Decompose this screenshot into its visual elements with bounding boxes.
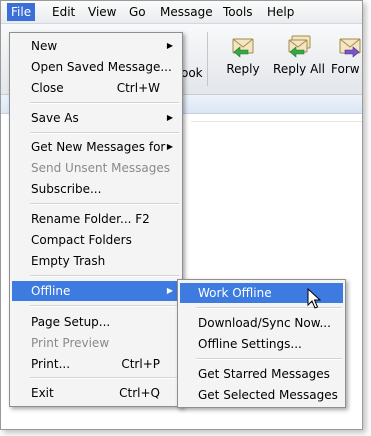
menu-item-label: Get New Messages for — [31, 140, 166, 154]
menu-item-empty-trash[interactable]: Empty Trash — [12, 251, 180, 271]
menu-item-label: Download/Sync Now... — [198, 316, 331, 330]
menu-edit[interactable]: Edit — [48, 3, 79, 21]
menu-item-label: Print Preview — [31, 336, 110, 350]
menu-item-label: Subscribe... — [31, 182, 102, 196]
menu-item-exit[interactable]: Exit Ctrl+Q — [12, 383, 180, 403]
menu-item-label: Compact Folders — [31, 233, 132, 247]
menu-item-open-saved-message[interactable]: Open Saved Message... — [12, 57, 180, 77]
menu-item-page-setup[interactable]: Page Setup... — [12, 312, 180, 332]
menu-item-label: Get Starred Messages — [198, 367, 330, 381]
menu-go[interactable]: Go — [125, 3, 150, 21]
menu-item-label: Work Offline — [198, 286, 272, 300]
file-menu: New ▶ Open Saved Message... Close Ctrl+W… — [9, 32, 183, 407]
menu-item-label: Open Saved Message... — [31, 60, 172, 74]
reply-icon — [232, 38, 254, 58]
shortcut-label: Ctrl+P — [121, 357, 160, 371]
menu-item-download-sync[interactable]: Download/Sync Now... — [180, 313, 343, 333]
menu-item-label: Empty Trash — [31, 254, 106, 268]
menu-item-offline[interactable]: Offline ▶ — [12, 281, 180, 301]
toolbar-separator — [207, 32, 208, 86]
menu-item-offline-settings[interactable]: Offline Settings... — [180, 334, 343, 354]
menu-separator — [30, 275, 179, 277]
menu-message[interactable]: Message — [156, 3, 217, 21]
menu-item-subscribe[interactable]: Subscribe... — [12, 179, 180, 199]
shortcut-label: Ctrl+W — [116, 81, 160, 95]
reply-all-label: Reply All — [273, 62, 325, 76]
pane-divider — [191, 121, 362, 122]
menu-separator — [196, 358, 342, 360]
menu-item-label: Close — [31, 81, 64, 95]
forward-button[interactable]: Forw — [331, 34, 362, 76]
menu-separator — [30, 132, 179, 134]
menu-item-label: Exit — [31, 386, 54, 400]
menu-item-new[interactable]: New ▶ — [12, 36, 180, 56]
menu-item-label: Send Unsent Messages — [31, 161, 171, 175]
menu-item-label: Offline — [31, 284, 71, 298]
reply-all-icon — [288, 35, 311, 58]
shortcut-label: Ctrl+Q — [119, 386, 160, 400]
menu-separator — [30, 305, 179, 307]
menu-file[interactable]: File — [7, 3, 36, 21]
reply-button[interactable]: Reply — [223, 34, 263, 76]
menu-item-label: Rename Folder... F2 — [31, 212, 150, 226]
reply-all-button[interactable]: Reply All — [273, 34, 325, 76]
submenu-arrow-icon: ▶ — [166, 286, 173, 295]
menu-item-save-as[interactable]: Save As ▶ — [12, 108, 180, 128]
menu-view[interactable]: View — [84, 3, 120, 21]
menu-item-compact-folders[interactable]: Compact Folders — [12, 230, 180, 250]
menu-item-rename-folder[interactable]: Rename Folder... F2 — [12, 209, 180, 229]
submenu-arrow-icon: ▶ — [166, 41, 173, 50]
menu-tools[interactable]: Tools — [219, 3, 257, 21]
submenu-arrow-icon: ▶ — [166, 113, 173, 122]
address-book-button-partial[interactable]: ook — [181, 66, 203, 80]
menu-item-get-starred[interactable]: Get Starred Messages — [180, 364, 343, 384]
menu-item-label: Offline Settings... — [198, 337, 302, 351]
menu-item-print[interactable]: Print... Ctrl+P — [12, 354, 180, 374]
reply-label: Reply — [226, 62, 260, 76]
menu-item-label: New — [31, 39, 58, 53]
menu-separator — [30, 377, 179, 379]
forward-label: Forw — [331, 62, 360, 76]
menu-separator — [30, 203, 179, 205]
menu-bar: File Edit View Go Message Tools Help — [1, 1, 362, 24]
menu-item-label: Get Selected Messages — [198, 388, 338, 402]
menu-item-label: Save As — [31, 111, 79, 125]
submenu-arrow-icon: ▶ — [166, 142, 173, 151]
menu-separator — [30, 102, 179, 104]
mouse-pointer-icon — [307, 288, 321, 309]
menu-item-send-unsent: Send Unsent Messages — [12, 158, 180, 178]
menu-item-label: Page Setup... — [31, 315, 111, 329]
menu-item-get-selected[interactable]: Get Selected Messages — [180, 385, 343, 405]
menu-item-print-preview: Print Preview — [12, 333, 180, 353]
menu-item-get-new-messages[interactable]: Get New Messages for ▶ — [12, 137, 180, 157]
menu-help[interactable]: Help — [263, 3, 298, 21]
forward-icon — [339, 38, 361, 58]
menu-item-close[interactable]: Close Ctrl+W — [12, 78, 180, 98]
menu-item-label: Print... — [31, 357, 71, 371]
